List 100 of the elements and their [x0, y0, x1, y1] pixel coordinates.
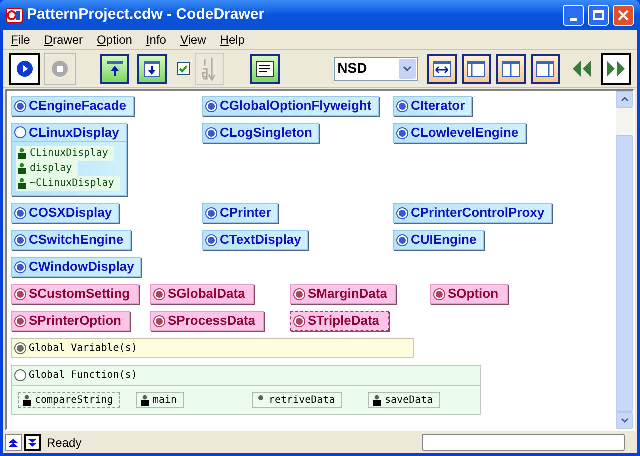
- next-button[interactable]: [601, 52, 631, 84]
- class-node[interactable]: CUIEngine: [393, 230, 484, 250]
- struct-node[interactable]: SPrinterOption: [11, 311, 130, 331]
- filled-circle-icon[interactable]: [293, 314, 306, 328]
- class-name: CLogSingleton: [220, 124, 312, 142]
- class-node[interactable]: COSXDisplay: [11, 203, 120, 223]
- arrow-down-window-icon: [143, 60, 162, 78]
- scroll-down-button[interactable]: [616, 412, 633, 429]
- global-functions-panel[interactable]: Global Function(s) compareString main retriveData saveData: [11, 365, 481, 415]
- class-name: CWindowDisplay: [29, 258, 134, 276]
- fit-width-icon: [432, 60, 452, 78]
- arrow-up-to-line-icon: [106, 60, 124, 78]
- filled-circle-icon[interactable]: [396, 126, 409, 140]
- struct-node[interactable]: SProcessData: [150, 311, 264, 331]
- member-icon: [23, 394, 31, 406]
- chevron-up-icon: [620, 97, 628, 102]
- scroll-bottom-button[interactable]: [24, 434, 41, 451]
- member-row[interactable]: ~CLinuxDisplay: [16, 176, 120, 191]
- struct-node[interactable]: SCustomSetting: [11, 284, 140, 304]
- filled-circle-icon[interactable]: [14, 100, 27, 112]
- filled-circle-icon[interactable]: [205, 206, 218, 220]
- menu-item[interactable]: Help: [220, 30, 245, 48]
- filled-circle-icon[interactable]: [205, 234, 218, 246]
- class-node[interactable]: CTextDisplay: [202, 230, 308, 250]
- class-node[interactable]: CIterator: [393, 96, 472, 116]
- filled-circle-icon[interactable]: [396, 100, 409, 112]
- class-name: CPrinter: [220, 204, 272, 222]
- empty-circle-icon[interactable]: [14, 369, 27, 382]
- minimize-icon: [570, 18, 577, 20]
- filled-circle-icon[interactable]: [153, 288, 166, 300]
- function-item[interactable]: saveData: [368, 392, 440, 408]
- double-down-arrow-icon: [28, 438, 37, 448]
- outline-button[interactable]: [250, 54, 280, 84]
- split-panel-button[interactable]: [496, 54, 526, 84]
- struct-node[interactable]: SGlobalData: [150, 284, 254, 304]
- class-node[interactable]: CEngineFacade: [11, 96, 134, 116]
- filled-circle-icon[interactable]: [14, 206, 27, 220]
- filled-circle-icon[interactable]: [433, 288, 446, 300]
- menu-item[interactable]: Info: [146, 30, 166, 48]
- filled-circle-icon[interactable]: [14, 314, 27, 328]
- class-name: CGlobalOptionFlyweight: [220, 97, 372, 116]
- scroll-up-button[interactable]: [616, 91, 633, 108]
- function-item[interactable]: compareString: [18, 392, 120, 408]
- class-node[interactable]: CLogSingleton: [202, 123, 320, 143]
- struct-node[interactable]: STripleData: [290, 311, 389, 331]
- run-button[interactable]: [9, 52, 40, 84]
- global-variables-panel[interactable]: Global Variable(s): [11, 338, 414, 358]
- member-icon: [18, 163, 26, 174]
- filled-circle-icon[interactable]: [396, 234, 409, 246]
- struct-node[interactable]: SMarginData: [290, 284, 396, 304]
- right-panel-button[interactable]: [530, 54, 560, 84]
- function-item[interactable]: retriveData: [252, 392, 342, 408]
- maximize-button[interactable]: [588, 4, 609, 26]
- member-row[interactable]: display: [16, 161, 78, 176]
- menu-item[interactable]: Drawer: [44, 30, 84, 48]
- move-top-button[interactable]: [100, 54, 130, 84]
- maximize-icon: [593, 10, 604, 20]
- filled-circle-icon[interactable]: [205, 126, 218, 140]
- menu-item[interactable]: File: [11, 30, 30, 48]
- function-item[interactable]: main: [136, 392, 184, 408]
- class-node[interactable]: CLowlevelEngine: [393, 123, 526, 143]
- filled-circle-icon[interactable]: [153, 314, 166, 328]
- class-node[interactable]: CSwitchEngine: [11, 230, 131, 250]
- view-mode-dropdown[interactable]: NSD: [334, 56, 418, 80]
- empty-circle-icon[interactable]: [14, 126, 27, 139]
- struct-node[interactable]: SOption: [430, 284, 508, 304]
- filled-circle-icon[interactable]: [396, 206, 409, 220]
- close-icon: [618, 10, 629, 20]
- move-down-button[interactable]: [137, 54, 167, 84]
- class-node[interactable]: CLinuxDisplay CLinuxDisplay display ~CLinuxDisplay: [11, 123, 128, 196]
- left-panel-button[interactable]: [462, 54, 492, 84]
- class-node[interactable]: CWindowDisplay: [11, 257, 142, 277]
- filled-circle-icon[interactable]: [14, 288, 27, 300]
- filled-circle-icon[interactable]: [205, 100, 218, 112]
- class-node[interactable]: CPrinter: [202, 203, 278, 223]
- member-icon: [18, 148, 26, 159]
- scroll-thumb[interactable]: [616, 135, 633, 412]
- vertical-scrollbar[interactable]: [616, 91, 633, 429]
- fit-width-button[interactable]: [427, 54, 457, 84]
- close-button[interactable]: [613, 4, 634, 26]
- window-lines-icon: [254, 60, 275, 78]
- checkbox[interactable]: [176, 62, 190, 75]
- play-icon: [16, 60, 34, 78]
- class-name: CEngineFacade: [29, 97, 127, 116]
- scroll-top-button[interactable]: [5, 434, 22, 451]
- class-name: CSwitchEngine: [29, 231, 124, 250]
- filled-circle-icon[interactable]: [14, 342, 27, 354]
- double-right-arrow-icon: [605, 60, 628, 78]
- class-node[interactable]: CPrinterControlProxy: [393, 203, 552, 223]
- filled-circle-icon[interactable]: [293, 288, 306, 300]
- minimize-button[interactable]: [563, 4, 584, 26]
- menu-item[interactable]: Option: [97, 30, 132, 48]
- menu-item[interactable]: View: [180, 30, 206, 48]
- member-icon: [141, 394, 149, 406]
- class-name: CLinuxDisplay: [29, 124, 120, 142]
- filled-circle-icon[interactable]: [14, 260, 27, 274]
- member-row[interactable]: CLinuxDisplay: [16, 146, 114, 161]
- filled-circle-icon[interactable]: [14, 234, 27, 246]
- chevron-down-icon: [620, 418, 628, 423]
- class-node[interactable]: CGlobalOptionFlyweight: [202, 96, 379, 116]
